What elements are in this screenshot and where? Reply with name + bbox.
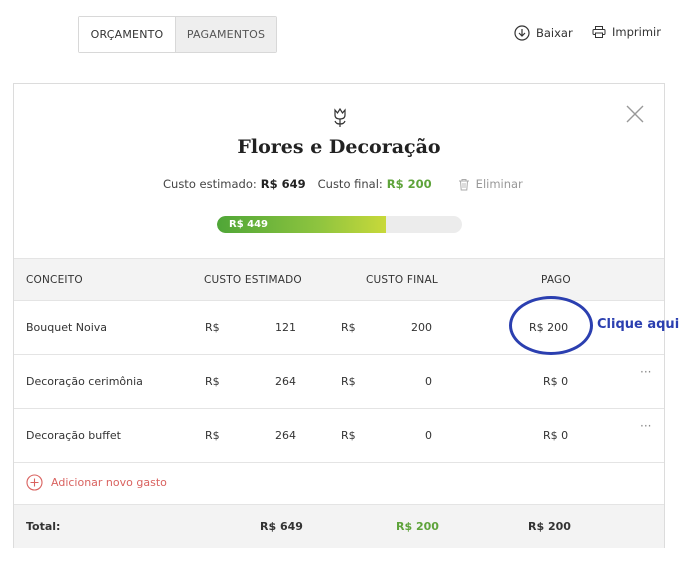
table-row[interactable]: Decoração cerimônia R$ 264 R$ 0 R$ 0 ··· [14,355,664,409]
row-concept: Decoração buffet [26,429,121,442]
download-button[interactable]: Baixar [514,25,573,41]
annotation-circle [509,296,593,355]
table-header: CONCEITO CUSTO ESTIMADO CUSTO FINAL PAGO [14,258,664,301]
header-estimated-cost: CUSTO ESTIMADO [204,274,302,286]
row-final-currency: R$ [341,321,356,334]
cost-summary: Custo estimado: R$ 649 Custo final: R$ 2… [163,177,523,191]
print-button[interactable]: Imprimir [592,25,661,39]
budget-progress-bar: R$ 449 [217,216,462,233]
total-row: Total: R$ 649 R$ 200 R$ 200 [14,504,664,548]
more-options-icon[interactable]: ··· [640,419,651,433]
delete-label: Eliminar [475,177,523,191]
header-concept: CONCEITO [26,274,83,286]
delete-button[interactable]: Eliminar [458,177,523,191]
estimated-cost-label: Custo estimado: [163,177,257,191]
final-cost-label: Custo final: [317,177,383,191]
budget-progress-fill: R$ 449 [217,216,387,233]
total-final: R$ 200 [396,520,439,533]
tab-pagamentos[interactable]: PAGAMENTOS [175,17,276,52]
close-icon[interactable] [625,104,645,124]
download-label: Baixar [536,26,573,40]
budget-progress-label: R$ 449 [229,219,269,230]
row-paid-value[interactable]: R$ 0 [543,375,568,388]
row-estimated-currency: R$ [205,321,220,334]
row-final-value[interactable]: 200 [390,321,432,334]
header-paid: PAGO [541,274,571,286]
row-final-value[interactable]: 0 [390,375,432,388]
flower-icon [334,108,346,127]
row-estimated-value[interactable]: 121 [254,321,296,334]
row-estimated-value[interactable]: 264 [254,429,296,442]
final-cost-value: R$ 200 [386,177,432,191]
plus-circle-icon [26,474,43,491]
row-final-currency: R$ [341,375,356,388]
printer-icon [592,26,606,38]
tab-orcamento[interactable]: ORÇAMENTO [79,17,175,52]
row-final-currency: R$ [341,429,356,442]
total-estimated: R$ 649 [260,520,303,533]
row-estimated-value[interactable]: 264 [254,375,296,388]
header-final-cost: CUSTO FINAL [366,274,438,286]
row-estimated-currency: R$ [205,375,220,388]
table-row[interactable]: Decoração buffet R$ 264 R$ 0 R$ 0 ··· [14,409,664,463]
estimated-cost-value: R$ 649 [260,177,306,191]
row-concept: Bouquet Noiva [26,321,108,334]
more-options-icon[interactable]: ··· [640,365,651,379]
row-paid-value[interactable]: R$ 0 [543,429,568,442]
row-estimated-currency: R$ [205,429,220,442]
row-final-value[interactable]: 0 [390,429,432,442]
tab-bar: ORÇAMENTO PAGAMENTOS [78,16,277,53]
category-title: Flores e Decoração [237,136,441,158]
row-concept: Decoração cerimônia [26,375,143,388]
total-paid: R$ 200 [528,520,571,533]
total-label: Total: [26,520,61,533]
add-expense-label: Adicionar novo gasto [51,476,167,489]
print-label: Imprimir [612,25,661,39]
trash-icon [458,178,469,190]
download-icon [514,25,530,41]
add-expense-button[interactable]: Adicionar novo gasto [26,474,167,491]
annotation-text: Clique aqui [597,317,680,332]
